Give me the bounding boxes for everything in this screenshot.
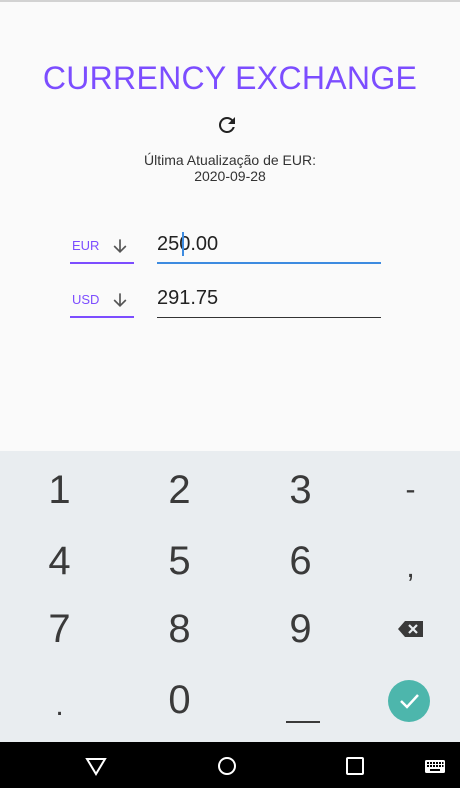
done-button[interactable] <box>388 680 430 722</box>
key-7[interactable]: 7 <box>2 594 117 664</box>
home-circle-icon[interactable] <box>215 754 239 778</box>
amount-value: 291.75 <box>157 287 219 309</box>
keyboard-icon[interactable] <box>423 754 447 778</box>
back-triangle-icon[interactable] <box>84 754 108 778</box>
amount-input-eur[interactable]: 250.00 <box>157 230 381 264</box>
app-content: CURRENCY EXCHANGE Última Atualização de … <box>0 2 460 450</box>
key-5[interactable]: 5 <box>122 526 237 596</box>
key-2[interactable]: 2 <box>122 455 237 525</box>
currency-code: USD <box>72 292 100 307</box>
check-icon <box>400 694 419 709</box>
last-update-date: 2020-09-28 <box>194 168 266 184</box>
key-minus[interactable]: - <box>353 455 460 525</box>
system-nav-bar <box>0 742 460 788</box>
text-caret <box>182 232 184 256</box>
arrow-down-icon <box>113 239 127 254</box>
key-1[interactable]: 1 <box>2 455 117 525</box>
key-period[interactable]: . <box>2 671 117 741</box>
last-update-label: Última Atualização de EUR: <box>144 152 316 168</box>
key-comma[interactable]: , <box>353 533 460 603</box>
key-space[interactable] <box>286 721 320 723</box>
refresh-icon[interactable] <box>215 113 239 137</box>
key-8[interactable]: 8 <box>122 594 237 664</box>
currency-select-eur[interactable]: EUR <box>70 230 134 264</box>
key-0[interactable]: 0 <box>122 665 237 735</box>
arrow-down-icon <box>113 293 127 308</box>
conversion-row-eur: EUR 250.00 <box>70 230 382 266</box>
backspace-icon <box>398 621 423 637</box>
conversion-row-usd: USD 291.75 <box>70 284 382 320</box>
amount-input-usd[interactable]: 291.75 <box>157 284 381 318</box>
recents-square-icon[interactable] <box>343 754 367 778</box>
last-update-info: Última Atualização de EUR: 2020-09-28 <box>0 152 460 184</box>
page-title: CURRENCY EXCHANGE <box>42 60 418 96</box>
key-3[interactable]: 3 <box>243 455 358 525</box>
key-4[interactable]: 4 <box>2 526 117 596</box>
currency-select-usd[interactable]: USD <box>70 284 134 318</box>
currency-code: EUR <box>72 238 100 253</box>
numeric-keyboard: 1 2 3 - 4 5 6 , 7 8 9 . 0 <box>0 451 460 742</box>
key-6[interactable]: 6 <box>243 526 358 596</box>
backspace-key[interactable] <box>397 619 425 639</box>
amount-value: 250.00 <box>157 233 219 255</box>
key-9[interactable]: 9 <box>243 594 358 664</box>
